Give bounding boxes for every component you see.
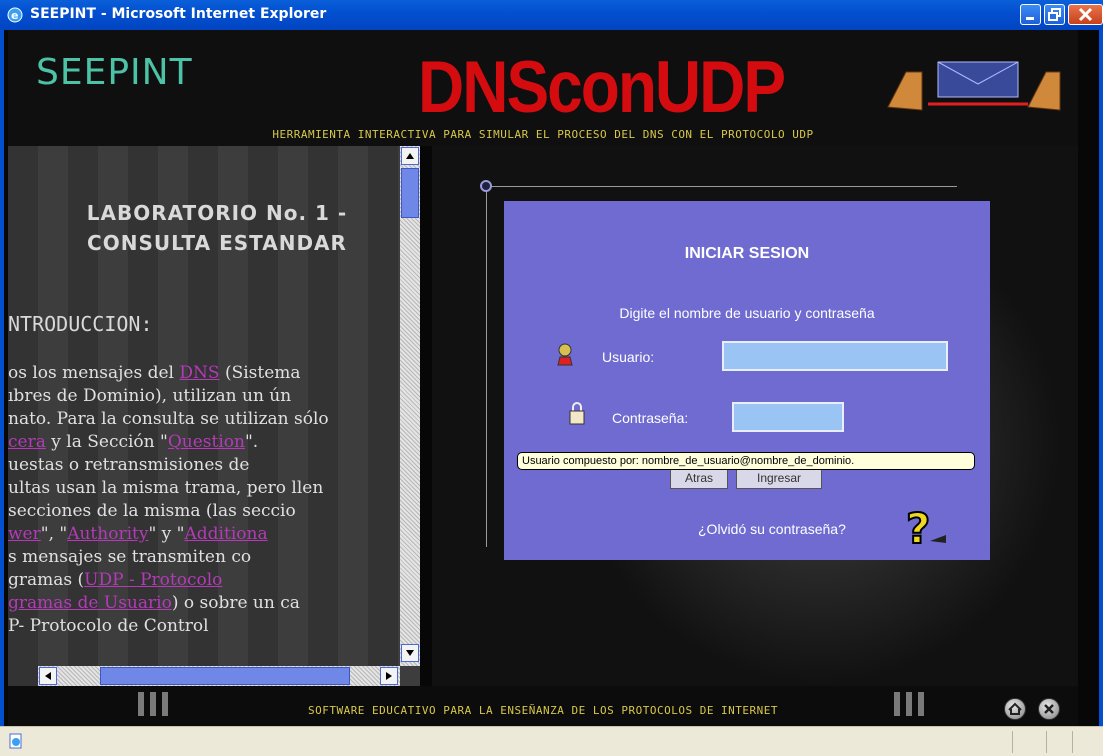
lesson-text-run: uestas o retransmisiones de: [8, 455, 250, 475]
lesson-text-run: gramas (: [8, 570, 85, 590]
lesson-text-run: (Sistema: [219, 363, 301, 383]
panel-bullet: [480, 180, 492, 192]
exit-icon: [1044, 704, 1054, 714]
back-button[interactable]: Atras: [670, 467, 728, 489]
arrow-down-icon: [406, 650, 414, 656]
lesson-line: s mensajes se transmiten co: [8, 546, 400, 569]
arrow-up-icon: [406, 153, 414, 159]
lesson-text-run: ultas usan la misma trama, pero llen: [8, 478, 324, 498]
glossary-link[interactable]: Authority: [67, 524, 148, 544]
address-mail-logo: [887, 61, 1061, 111]
header-subtitle: HERRAMIENTA INTERACTIVA PARA SIMULAR EL …: [272, 128, 814, 141]
arrow-right-icon: [386, 672, 392, 680]
lesson-line: cera y la Sección "Question".: [8, 431, 400, 454]
scroll-right-button[interactable]: [380, 667, 398, 685]
lesson-text-run: os los mensajes del: [8, 363, 180, 383]
lesson-title: LABORATORIO No. 1 - CONSULTA ESTANDAR: [86, 201, 348, 255]
app-footer: SOFTWARE EDUCATIVO PARA LA ENSEÑANZA DE …: [8, 686, 1078, 726]
lesson-text-run: ", ": [40, 524, 68, 544]
submit-button[interactable]: Ingresar: [736, 467, 822, 489]
lesson-line: wer", "Authority" y "Additiona: [8, 523, 400, 546]
lesson-text-run: ) o sobre un ca: [171, 593, 300, 613]
horizontal-scroll-thumb[interactable]: [100, 667, 350, 685]
lesson-line: secciones de la misma (las seccio: [8, 500, 400, 523]
lesson-text-run: ıbres de Dominio), utilizan un ún: [8, 386, 292, 406]
password-input[interactable]: [732, 402, 844, 432]
lesson-text-run: s mensajes se transmiten co: [8, 547, 252, 567]
close-icon: [1078, 7, 1093, 22]
glossary-link[interactable]: Additiona: [185, 524, 268, 544]
lesson-text: os los mensajes del DNS (Sistema ıbres de…: [8, 362, 400, 638]
lesson-text-run: nato. Para la consulta se utilizan sólo: [8, 409, 329, 429]
login-title: INICIAR SESION: [684, 245, 810, 262]
footer-text: SOFTWARE EDUCATIVO PARA LA ENSEÑANZA DE …: [307, 704, 779, 717]
app-header: SEEPINT DNSconUDP HERRAMIENTA INTERACTIV…: [8, 30, 1078, 146]
lesson-line: gramas (UDP - Protocolo: [8, 569, 400, 592]
exit-button[interactable]: [1038, 698, 1060, 720]
question-icon[interactable]: ?: [902, 503, 950, 551]
glossary-link[interactable]: Question: [168, 432, 245, 452]
vertical-scroll-thumb[interactable]: [401, 168, 419, 218]
status-separator: [1046, 731, 1047, 753]
seepint-logo: SEEPINT: [36, 52, 193, 93]
lesson-text-run: ".: [244, 432, 259, 452]
user-icon: [557, 343, 573, 366]
vertical-scrollbar[interactable]: [400, 146, 420, 666]
scroll-left-button[interactable]: [39, 667, 57, 685]
scroll-down-button[interactable]: [401, 644, 419, 662]
app-name: DNSconUDP: [418, 45, 786, 128]
home-icon: [1008, 702, 1022, 715]
window-titlebar: e SEEPINT - Microsoft Internet Explorer: [0, 0, 1103, 30]
svg-text:e: e: [11, 9, 18, 22]
status-bar: [0, 726, 1103, 756]
login-panel: INICIAR SESION Digite el nombre de usuar…: [504, 201, 990, 560]
restore-button[interactable]: [1044, 4, 1065, 25]
status-separator: [1072, 731, 1073, 753]
lesson-text-run: secciones de la misma (las seccio: [8, 501, 296, 521]
home-button[interactable]: [1004, 698, 1026, 720]
lesson-line: ultas usan la misma trama, pero llen: [8, 477, 400, 500]
horizontal-scrollbar[interactable]: [38, 666, 400, 686]
user-label: Usuario:: [602, 349, 655, 365]
login-instruction: Digite el nombre de usuario y contraseña: [619, 305, 875, 321]
lesson-line: ıbres de Dominio), utilizan un ún: [8, 385, 400, 408]
window-title: SEEPINT - Microsoft Internet Explorer: [30, 6, 327, 22]
glossary-link[interactable]: wer: [8, 524, 41, 544]
lesson-text-run: y la Sección ": [45, 432, 168, 452]
minimize-button[interactable]: [1020, 4, 1041, 25]
lesson-line: uestas o retransmisiones de: [8, 454, 400, 477]
lesson-text-run: P- Protocolo de Control: [8, 616, 209, 636]
page-icon: [9, 733, 22, 749]
lesson-pane: LABORATORIO No. 1 - CONSULTA ESTANDAR NT…: [8, 146, 420, 686]
restore-icon: [1048, 8, 1061, 21]
glossary-link[interactable]: cera: [8, 432, 46, 452]
status-separator: [1012, 731, 1013, 753]
section-heading: NTRODUCCION:: [8, 312, 153, 336]
username-tooltip: Usuario compuesto por: nombre_de_usuario…: [517, 452, 975, 470]
glossary-link[interactable]: gramas de Usuario: [8, 593, 172, 613]
minimize-icon: [1026, 17, 1034, 20]
glossary-link[interactable]: DNS: [179, 363, 219, 383]
lesson-line: P- Protocolo de Control: [8, 615, 400, 638]
password-label: Contraseña:: [612, 410, 689, 426]
scroll-up-button[interactable]: [401, 147, 419, 165]
lock-icon: [569, 402, 585, 425]
lesson-text-run: " y ": [148, 524, 185, 544]
ie-icon: e: [7, 7, 23, 23]
glossary-link[interactable]: UDP - Protocolo: [84, 570, 222, 590]
lesson-line: gramas de Usuario) o sobre un ca: [8, 592, 400, 615]
lesson-line: os los mensajes del DNS (Sistema: [8, 362, 400, 385]
lesson-line: nato. Para la consulta se utilizan sólo: [8, 408, 400, 431]
forgot-password-link[interactable]: ¿Olvidó su contraseña?: [698, 521, 846, 537]
close-button[interactable]: [1068, 4, 1103, 25]
svg-text:?: ?: [906, 504, 930, 551]
username-input[interactable]: [722, 341, 948, 371]
arrow-left-icon: [45, 672, 51, 680]
